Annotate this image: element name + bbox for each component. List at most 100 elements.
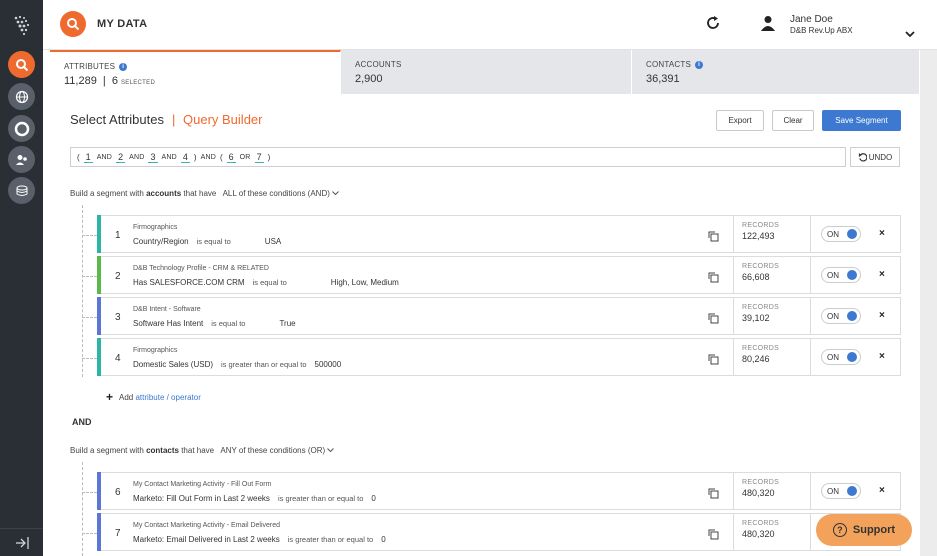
on-toggle[interactable]: ON — [821, 349, 861, 365]
tree-connector — [82, 462, 83, 556]
condition-value[interactable]: 500000 — [315, 360, 342, 369]
nav-my-data-icon[interactable] — [8, 51, 35, 78]
query-builder-title[interactable]: Query Builder — [183, 112, 262, 127]
copy-icon[interactable] — [708, 311, 719, 329]
user-avatar-icon[interactable] — [761, 15, 775, 36]
condition-value[interactable]: High, Low, Medium — [331, 278, 399, 287]
records-label: RECORDS — [742, 345, 780, 352]
condition-operator[interactable]: is equal to — [253, 278, 287, 287]
accounts-section-header: Build a segment with accounts that have … — [70, 189, 339, 198]
tree-connector — [82, 358, 97, 359]
condition-card[interactable]: 7 My Contact Marketing Activity - Email D… — [97, 513, 901, 551]
condition-mode-dropdown[interactable]: ANY of these conditions (OR) — [220, 446, 335, 455]
delete-icon[interactable]: × — [879, 228, 885, 239]
copy-icon[interactable] — [708, 229, 719, 247]
condition-attribute[interactable]: Domestic Sales (USD) — [133, 360, 213, 369]
expr-term[interactable]: 2 — [116, 152, 126, 163]
condition-attribute[interactable]: Software Has Intent — [133, 319, 203, 328]
delete-icon[interactable]: × — [879, 269, 885, 280]
records-cell: RECORDS 66,608 — [733, 257, 810, 293]
condition-operator[interactable]: is greater than or equal to — [221, 360, 306, 369]
nav-people-icon[interactable] — [8, 146, 35, 173]
copy-icon[interactable] — [708, 270, 719, 288]
condition-expression[interactable]: Software Has Intent is equal to True — [133, 319, 296, 328]
tab-attributes[interactable]: ATTRIBUTES i 11,289 | 6 SELECTED — [50, 50, 341, 94]
collapse-sidebar-icon[interactable] — [0, 528, 43, 556]
on-toggle[interactable]: ON — [821, 226, 861, 242]
condition-expression[interactable]: Has SALESFORCE.COM CRM is equal to High, L… — [133, 278, 399, 287]
nav-database-icon[interactable] — [8, 177, 35, 204]
copy-icon[interactable] — [708, 352, 719, 370]
expr-operator[interactable]: AND — [97, 154, 112, 161]
toggle-cell: ON × — [810, 473, 901, 509]
tree-connector — [82, 492, 97, 493]
add-attribute-row[interactable]: + Add attribute / operator — [106, 390, 201, 404]
expr-term[interactable]: 4 — [180, 152, 190, 163]
expr-operator[interactable]: AND — [129, 154, 144, 161]
condition-value[interactable]: 0 — [381, 535, 385, 544]
logic-expression-input[interactable]: ( 1 AND 2 AND 3 AND 4 ) AND ( 6 OR 7 ) — [70, 147, 846, 167]
condition-card[interactable]: 6 My Contact Marketing Activity - Fill Ou… — [97, 472, 901, 510]
on-toggle[interactable]: ON — [821, 267, 861, 283]
user-name[interactable]: Jane Doe — [790, 14, 833, 25]
undo-button[interactable]: UNDO — [850, 147, 900, 167]
condition-operator[interactable]: is greater than or equal to — [288, 535, 373, 544]
records-label: RECORDS — [742, 222, 780, 229]
refresh-icon[interactable] — [705, 15, 721, 36]
tab-contacts[interactable]: CONTACTS i 36,391 — [632, 50, 920, 94]
condition-value[interactable]: True — [279, 319, 295, 328]
condition-attribute[interactable]: Has SALESFORCE.COM CRM — [133, 278, 245, 287]
records-cell: RECORDS 80,246 — [733, 339, 810, 375]
delete-icon[interactable]: × — [879, 351, 885, 362]
nav-lifebuoy-icon[interactable] — [8, 115, 35, 142]
add-attribute-link[interactable]: attribute / operator — [135, 393, 200, 402]
toggle-knob — [847, 229, 857, 239]
expr-term[interactable]: 7 — [254, 152, 264, 163]
expr-term[interactable]: 1 — [83, 152, 93, 163]
info-icon[interactable]: i — [119, 62, 128, 71]
condition-value[interactable]: USA — [265, 237, 281, 246]
condition-attribute[interactable]: Marketo: Fill Out Form in Last 2 weeks — [133, 494, 270, 503]
expr-operator[interactable]: AND — [162, 154, 177, 161]
on-toggle[interactable]: ON — [821, 483, 861, 499]
condition-category: Firmographics — [133, 347, 178, 354]
condition-operator[interactable]: is equal to — [197, 237, 231, 246]
delete-icon[interactable]: × — [879, 485, 885, 496]
nav-globe-icon[interactable] — [8, 83, 35, 110]
select-attributes-link[interactable]: Select Attributes — [70, 112, 164, 127]
support-button[interactable]: ? Support — [816, 514, 912, 546]
expr-operator[interactable]: AND — [201, 154, 216, 161]
clear-button[interactable]: Clear — [772, 110, 814, 131]
condition-attribute[interactable]: Marketo: Email Delivered in Last 2 weeks — [133, 535, 280, 544]
condition-color-bar — [97, 513, 101, 551]
condition-card[interactable]: 1 Firmographics Country/Region is equal to U… — [97, 215, 901, 253]
records-label: RECORDS — [742, 304, 780, 311]
toggle-label: ON — [827, 352, 839, 362]
export-button[interactable]: Export — [716, 110, 764, 131]
condition-value[interactable]: 0 — [371, 494, 375, 503]
save-segment-button[interactable]: Save Segment — [822, 110, 901, 131]
expr-operator[interactable]: OR — [240, 154, 251, 161]
copy-icon[interactable] — [708, 527, 719, 545]
condition-expression[interactable]: Marketo: Fill Out Form in Last 2 weeks is… — [133, 494, 376, 503]
condition-card[interactable]: 3 D&B Intent - Software Software Has Inten… — [97, 297, 901, 335]
condition-expression[interactable]: Marketo: Email Delivered in Last 2 weeks… — [133, 535, 386, 544]
info-icon[interactable]: i — [695, 60, 704, 69]
condition-mode-dropdown[interactable]: ALL of these conditions (AND) — [223, 189, 340, 198]
condition-operator[interactable]: is greater than or equal to — [278, 494, 363, 503]
chevron-down-icon[interactable] — [905, 25, 915, 43]
condition-card[interactable]: 4 Firmographics Domestic Sales (USD) is gre… — [97, 338, 901, 376]
condition-attribute[interactable]: Country/Region — [133, 237, 189, 246]
condition-operator[interactable]: is equal to — [211, 319, 245, 328]
tab-accounts[interactable]: ACCOUNTS 2,900 — [341, 50, 632, 94]
on-toggle[interactable]: ON — [821, 308, 861, 324]
condition-card[interactable]: 2 D&B Technology Profile - CRM & RELATED H… — [97, 256, 901, 294]
expr-term[interactable]: 6 — [226, 152, 236, 163]
condition-expression[interactable]: Domestic Sales (USD) is greater than or e… — [133, 360, 341, 369]
condition-expression[interactable]: Country/Region is equal to USA — [133, 237, 281, 246]
build-prefix: Build a segment with — [70, 446, 144, 455]
delete-icon[interactable]: × — [879, 310, 885, 321]
expr-term[interactable]: 3 — [148, 152, 158, 163]
scrollbar-track[interactable] — [920, 50, 937, 556]
copy-icon[interactable] — [708, 486, 719, 504]
